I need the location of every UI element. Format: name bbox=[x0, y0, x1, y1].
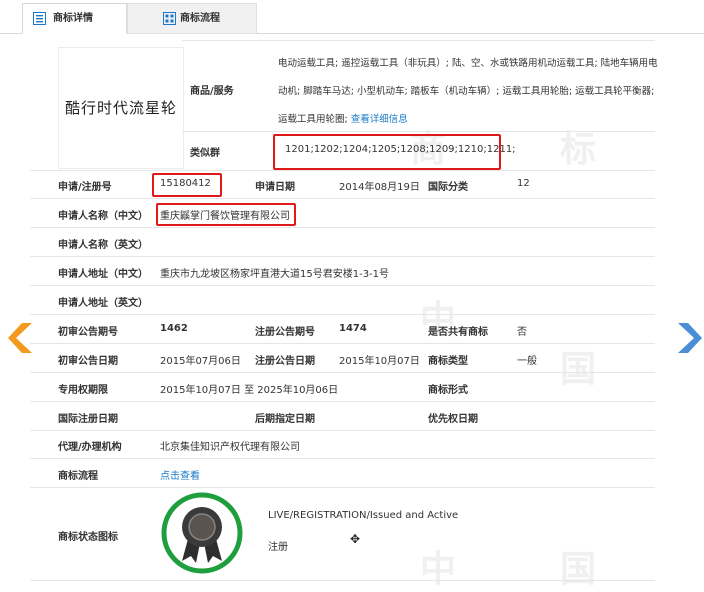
status-text-cn: 注册 bbox=[268, 542, 288, 553]
move-cursor-icon: ✥ bbox=[350, 532, 361, 546]
address-cn-label: 申请人地址（中文） bbox=[58, 269, 148, 280]
divider bbox=[182, 40, 655, 41]
prelim-pub-no-value: 1462 bbox=[160, 323, 188, 334]
status-icon-label: 商标状态图标 bbox=[58, 532, 118, 543]
similar-group-label: 类似群 bbox=[190, 148, 220, 159]
grid-icon bbox=[163, 12, 176, 25]
goods-services-label: 商品/服务 bbox=[190, 86, 234, 97]
exclusive-term-value: 2015年10月07日 至 2025年10月06日 bbox=[160, 385, 339, 396]
mark-type-value: 一般 bbox=[517, 356, 537, 367]
reg-number-label: 申请/注册号 bbox=[58, 182, 112, 193]
intl-class-value: 12 bbox=[517, 178, 530, 189]
apply-date-label: 申请日期 bbox=[255, 182, 295, 193]
watermark: 国 bbox=[560, 349, 597, 390]
tab-trademark-flow[interactable]: 商标流程 bbox=[127, 3, 257, 34]
chevron-left-icon[interactable] bbox=[8, 321, 34, 355]
watermark: 国 bbox=[560, 549, 597, 590]
agent-value: 北京集佳知识产权代理有限公司 bbox=[160, 442, 300, 453]
applicant-en-label: 申请人名称（英文） bbox=[58, 240, 148, 251]
address-cn-value: 重庆市九龙坡区杨家坪直港大道15号君安楼1-3-1号 bbox=[160, 269, 390, 280]
apply-date-value: 2014年08月19日 bbox=[339, 182, 420, 193]
prelim-pub-date-value: 2015年07月06日 bbox=[160, 356, 241, 367]
agent-label: 代理/办理机构 bbox=[58, 442, 122, 453]
reg-pub-no-label: 注册公告期号 bbox=[255, 327, 315, 338]
goods-services-value: 电动运载工具; 遥控运载工具（非玩具）; 陆、空、水或铁路用机动运载工具; 陆地… bbox=[278, 58, 658, 125]
mark-type-label: 商标类型 bbox=[428, 356, 468, 367]
divider bbox=[182, 131, 655, 132]
trademark-flow-label: 商标流程 bbox=[58, 471, 98, 482]
goods-services-text: 电动运载工具; 遥控运载工具（非玩具）; 陆、空、水或铁路用机动运载工具; 陆地… bbox=[278, 50, 658, 134]
prelim-pub-date-label: 初审公告日期 bbox=[58, 356, 118, 367]
intl-class-label: 国际分类 bbox=[428, 182, 468, 193]
exclusive-term-label: 专用权期限 bbox=[58, 385, 108, 396]
highlight-box bbox=[156, 203, 296, 226]
reg-pub-date-label: 注册公告日期 bbox=[255, 356, 315, 367]
shared-mark-value: 否 bbox=[517, 327, 527, 338]
view-details-link[interactable]: 查看详细信息 bbox=[351, 114, 408, 125]
later-designation-date-label: 后期指定日期 bbox=[255, 414, 315, 425]
tab-label: 商标详情 bbox=[53, 13, 93, 24]
tab-bar: 商标详情 商标流程 bbox=[0, 0, 704, 34]
tab-label: 商标流程 bbox=[180, 13, 220, 24]
reg-pub-no-value: 1474 bbox=[339, 323, 367, 334]
list-icon bbox=[33, 12, 46, 25]
intl-reg-date-label: 国际注册日期 bbox=[58, 414, 118, 425]
highlight-box bbox=[273, 134, 501, 170]
view-flow-link[interactable]: 点击查看 bbox=[160, 467, 200, 482]
highlight-box bbox=[152, 173, 222, 197]
shared-mark-label: 是否共有商标 bbox=[428, 327, 488, 338]
watermark: 中 bbox=[420, 549, 457, 590]
chevron-right-icon[interactable] bbox=[676, 321, 702, 355]
tab-trademark-detail[interactable]: 商标详情 bbox=[22, 3, 127, 34]
trademark-logo-text: 酷行时代流星轮 bbox=[64, 99, 177, 117]
prelim-pub-no-label: 初审公告期号 bbox=[58, 327, 118, 338]
award-badge-icon bbox=[161, 492, 243, 574]
mark-form-label: 商标形式 bbox=[428, 385, 468, 396]
address-en-label: 申请人地址（英文） bbox=[58, 298, 148, 309]
priority-date-label: 优先权日期 bbox=[428, 414, 478, 425]
applicant-cn-label: 申请人名称（中文） bbox=[58, 211, 148, 222]
trademark-logo: 酷行时代流星轮 bbox=[58, 47, 184, 169]
reg-pub-date-value: 2015年10月07日 bbox=[339, 356, 420, 367]
status-text-en: LIVE/REGISTRATION/Issued and Active bbox=[268, 510, 459, 521]
